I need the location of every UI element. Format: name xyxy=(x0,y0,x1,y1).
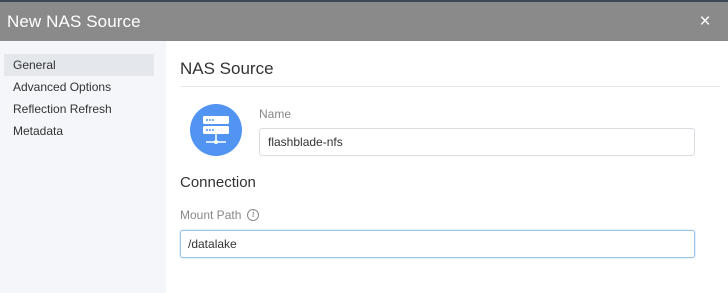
mount-path-field[interactable] xyxy=(180,230,695,258)
connection-title: Connection xyxy=(180,174,256,191)
section-title: NAS Source xyxy=(180,59,274,78)
sidebar-nav: General Advanced Options Reflection Refr… xyxy=(0,41,166,293)
mount-path-label-row: Mount Path i xyxy=(180,208,260,222)
main-panel: NAS Source Name Connection Mount Path i xyxy=(166,41,728,293)
name-label: Name xyxy=(259,107,292,121)
section-divider xyxy=(180,86,720,87)
dialog-header: New NAS Source × xyxy=(0,2,728,41)
sidebar-item-reflection-refresh[interactable]: Reflection Refresh xyxy=(4,98,154,120)
name-field[interactable] xyxy=(259,128,695,156)
sidebar-item-general[interactable]: General xyxy=(4,54,154,76)
info-icon[interactable]: i xyxy=(247,209,260,221)
dialog-title: New NAS Source xyxy=(7,11,141,31)
server-icon xyxy=(190,104,242,156)
mount-path-label: Mount Path xyxy=(180,208,242,222)
sidebar-item-metadata[interactable]: Metadata xyxy=(4,120,154,142)
close-icon[interactable]: × xyxy=(696,12,714,31)
sidebar-item-advanced-options[interactable]: Advanced Options xyxy=(4,76,154,98)
